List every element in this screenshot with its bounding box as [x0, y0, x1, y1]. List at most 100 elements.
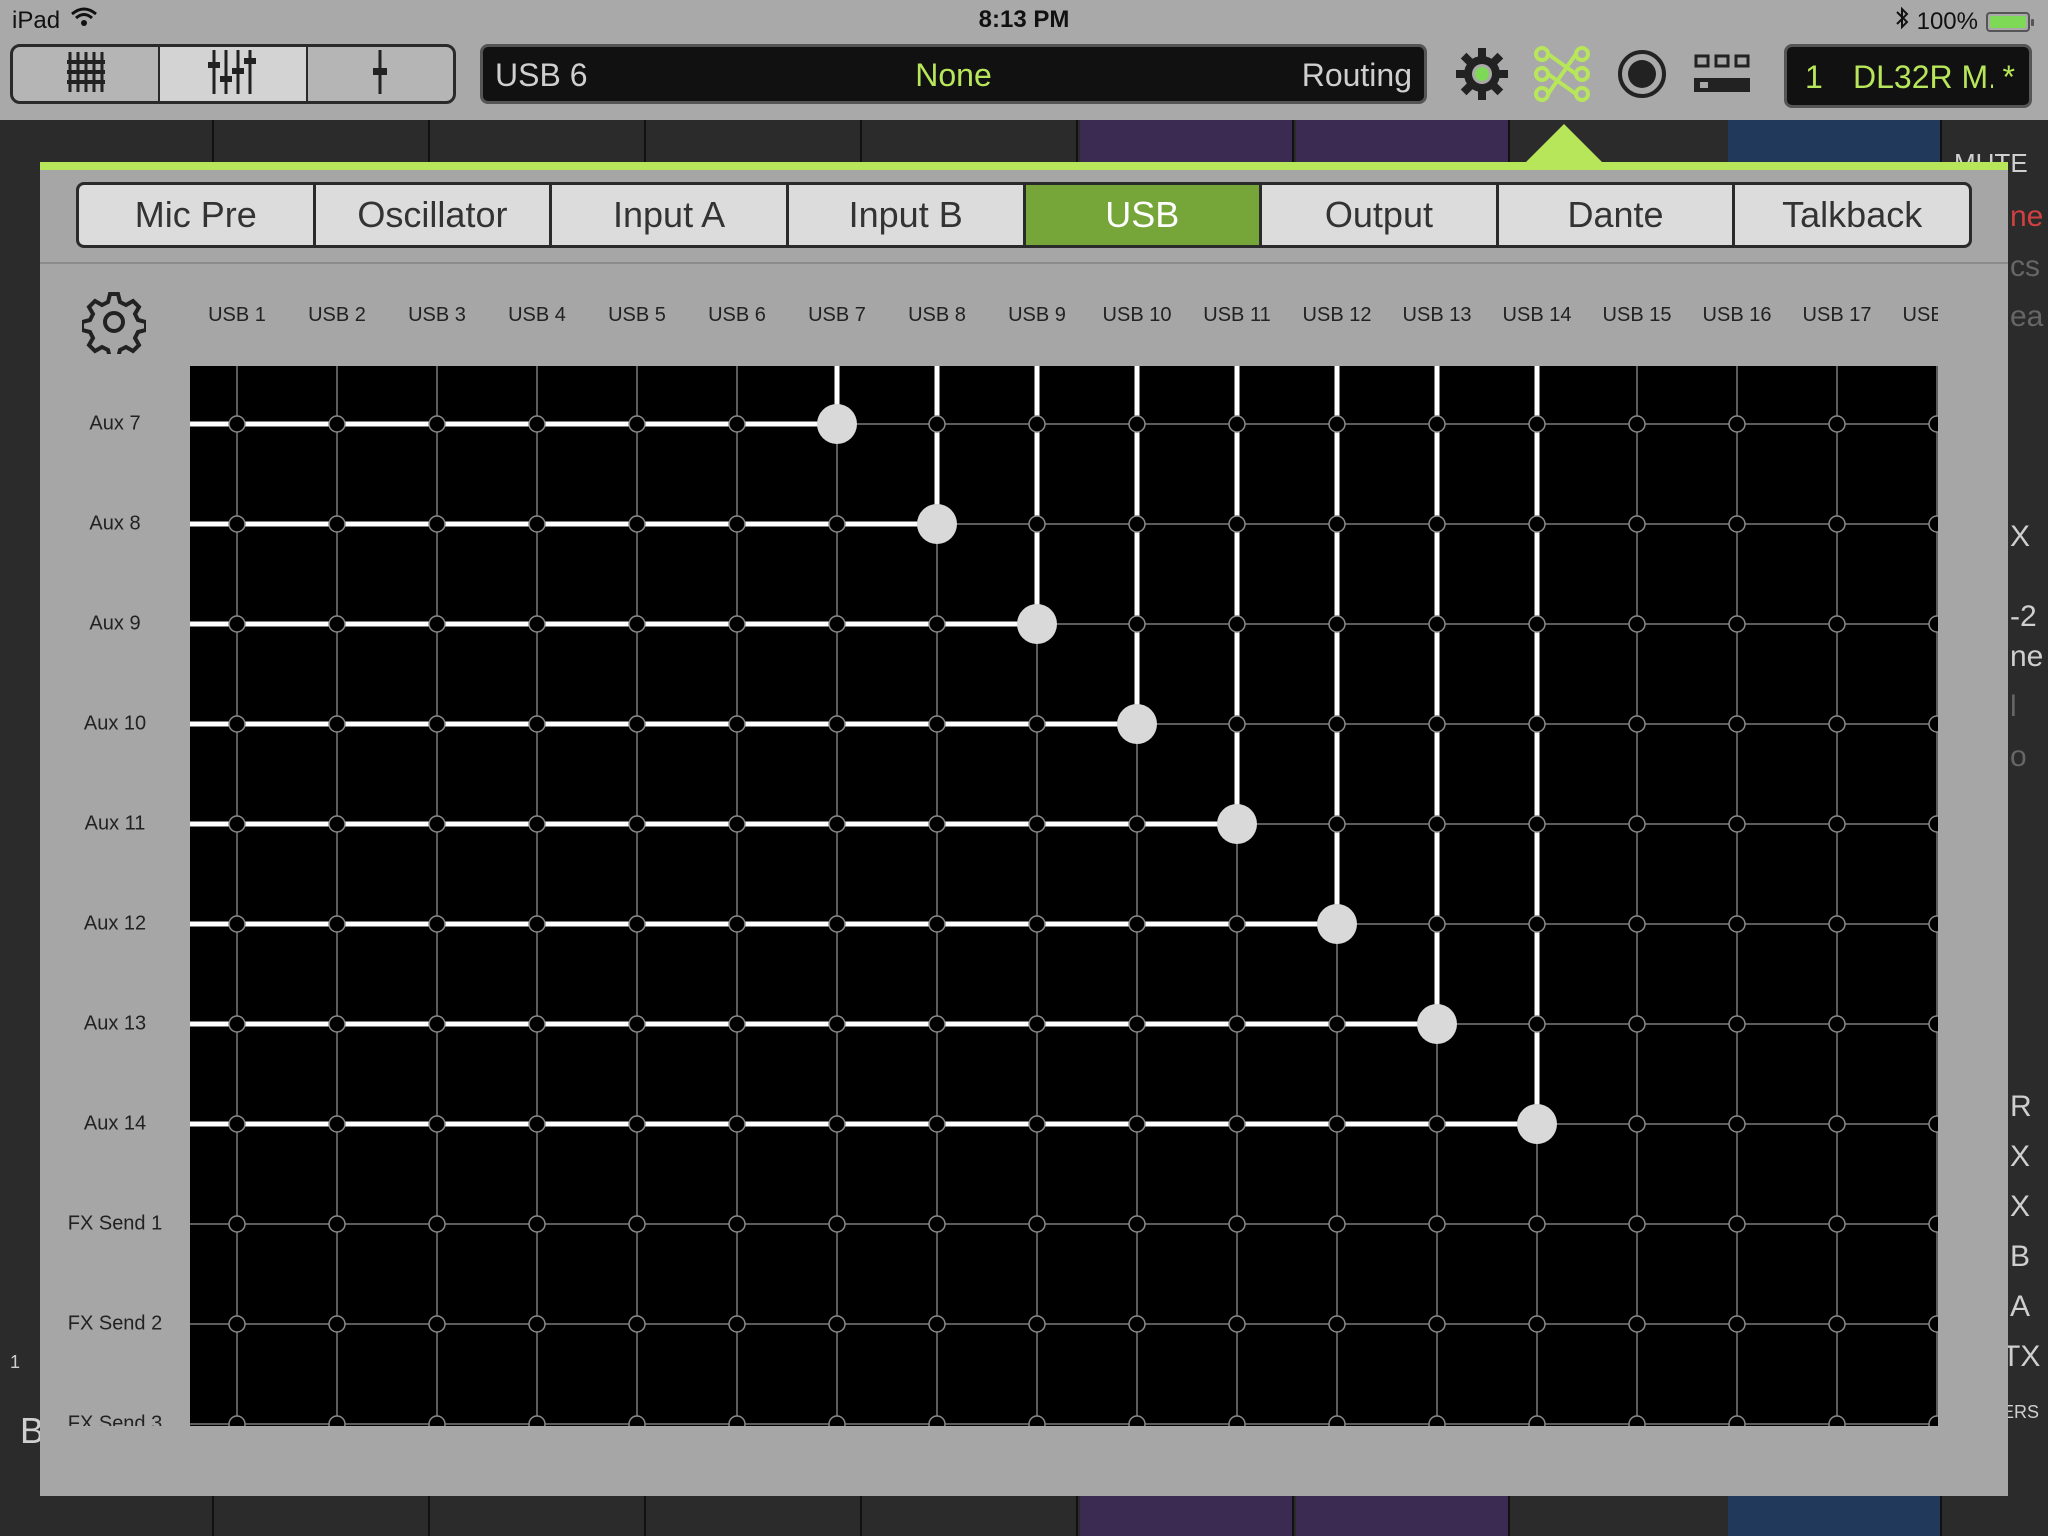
crosspoint-node[interactable] — [228, 1015, 246, 1033]
crosspoint-node[interactable] — [1528, 1415, 1546, 1426]
channel-display[interactable]: USB 6 None Routing — [480, 44, 1427, 104]
crosspoint-node[interactable] — [628, 1315, 646, 1333]
crosspoint-node[interactable] — [1228, 915, 1246, 933]
crosspoint-active[interactable] — [1117, 704, 1157, 744]
crosspoint-node[interactable] — [1828, 1115, 1846, 1133]
crosspoint-node[interactable] — [1128, 1415, 1146, 1426]
crosspoint-node[interactable] — [728, 615, 746, 633]
crosspoint-active[interactable] — [1217, 804, 1257, 844]
crosspoint-node[interactable] — [228, 1415, 246, 1426]
crosspoint-node[interactable] — [928, 1015, 946, 1033]
crosspoint-node[interactable] — [1028, 1215, 1046, 1233]
crosspoint-node[interactable] — [1828, 1215, 1846, 1233]
crosspoint-node[interactable] — [528, 715, 546, 733]
crosspoint-node[interactable] — [228, 1315, 246, 1333]
crosspoint-node[interactable] — [1328, 715, 1346, 733]
crosspoint-node[interactable] — [1328, 1415, 1346, 1426]
crosspoint-node[interactable] — [728, 1015, 746, 1033]
crosspoint-node[interactable] — [328, 1015, 346, 1033]
crosspoint-node[interactable] — [328, 1415, 346, 1426]
crosspoint-node[interactable] — [728, 1415, 746, 1426]
crosspoint-node[interactable] — [1628, 515, 1646, 533]
crosspoint-node[interactable] — [1828, 1015, 1846, 1033]
tab-oscillator[interactable]: Oscillator — [315, 185, 553, 245]
crosspoint-node[interactable] — [428, 515, 446, 533]
crosspoint-node[interactable] — [1628, 415, 1646, 433]
crosspoint-node[interactable] — [428, 915, 446, 933]
crosspoint-node[interactable] — [428, 815, 446, 833]
tab-usb[interactable]: USB — [1025, 185, 1263, 245]
crosspoint-node[interactable] — [1028, 415, 1046, 433]
crosspoint-node[interactable] — [728, 1315, 746, 1333]
crosspoint-node[interactable] — [828, 915, 846, 933]
crosspoint-node[interactable] — [1928, 415, 1938, 433]
crosspoint-node[interactable] — [1528, 715, 1546, 733]
crosspoint-node[interactable] — [1628, 1215, 1646, 1233]
crosspoint-node[interactable] — [1128, 1315, 1146, 1333]
crosspoint-node[interactable] — [528, 1415, 546, 1426]
crosspoint-node[interactable] — [1428, 715, 1446, 733]
crosspoint-node[interactable] — [1528, 615, 1546, 633]
tab-input-b[interactable]: Input B — [788, 185, 1026, 245]
crosspoint-node[interactable] — [1428, 1115, 1446, 1133]
crosspoint-node[interactable] — [328, 815, 346, 833]
crosspoint-node[interactable] — [1128, 815, 1146, 833]
crosspoint-node[interactable] — [1328, 615, 1346, 633]
crosspoint-node[interactable] — [1928, 1015, 1938, 1033]
crosspoint-node[interactable] — [728, 915, 746, 933]
crosspoint-node[interactable] — [1828, 1315, 1846, 1333]
crosspoint-active[interactable] — [1017, 604, 1057, 644]
crosspoint-active[interactable] — [1517, 1104, 1557, 1144]
crosspoint-node[interactable] — [1228, 415, 1246, 433]
crosspoint-node[interactable] — [528, 915, 546, 933]
crosspoint-node[interactable] — [1528, 415, 1546, 433]
crosspoint-node[interactable] — [1228, 1315, 1246, 1333]
crosspoint-node[interactable] — [1828, 715, 1846, 733]
crosspoint-node[interactable] — [928, 1115, 946, 1133]
crosspoint-node[interactable] — [1428, 1315, 1446, 1333]
crosspoint-node[interactable] — [928, 815, 946, 833]
crosspoint-node[interactable] — [1728, 1415, 1746, 1426]
crosspoint-node[interactable] — [1928, 715, 1938, 733]
crosspoint-node[interactable] — [1528, 815, 1546, 833]
crosspoint-node[interactable] — [328, 915, 346, 933]
crosspoint-node[interactable] — [1328, 515, 1346, 533]
crosspoint-node[interactable] — [1228, 715, 1246, 733]
crosspoint-node[interactable] — [1928, 615, 1938, 633]
crosspoint-node[interactable] — [728, 415, 746, 433]
crosspoint-node[interactable] — [828, 615, 846, 633]
tab-input-a[interactable]: Input A — [552, 185, 789, 245]
crosspoint-node[interactable] — [628, 815, 646, 833]
crosspoint-node[interactable] — [228, 415, 246, 433]
crosspoint-node[interactable] — [428, 615, 446, 633]
crosspoint-node[interactable] — [1228, 1015, 1246, 1033]
crosspoint-node[interactable] — [428, 1015, 446, 1033]
crosspoint-node[interactable] — [828, 1115, 846, 1133]
crosspoint-node[interactable] — [1828, 1415, 1846, 1426]
crosspoint-node[interactable] — [1928, 515, 1938, 533]
crosspoint-node[interactable] — [1428, 915, 1446, 933]
crosspoint-node[interactable] — [1028, 1015, 1046, 1033]
routing-icon[interactable] — [1530, 44, 1594, 104]
crosspoint-node[interactable] — [1128, 1015, 1146, 1033]
crosspoint-node[interactable] — [1928, 1115, 1938, 1133]
crosspoint-node[interactable] — [1928, 1315, 1938, 1333]
crosspoint-node[interactable] — [1328, 1115, 1346, 1133]
crosspoint-node[interactable] — [1028, 1115, 1046, 1133]
crosspoint-node[interactable] — [628, 1415, 646, 1426]
crosspoint-node[interactable] — [1028, 1315, 1046, 1333]
crosspoint-node[interactable] — [1728, 715, 1746, 733]
crosspoint-node[interactable] — [1328, 1315, 1346, 1333]
layout-icon[interactable] — [1690, 44, 1754, 104]
crosspoint-node[interactable] — [228, 815, 246, 833]
crosspoint-node[interactable] — [1228, 1115, 1246, 1133]
crosspoint-node[interactable] — [1528, 1215, 1546, 1233]
crosspoint-node[interactable] — [1828, 915, 1846, 933]
single-fader-view-button[interactable] — [307, 47, 453, 101]
crosspoint-node[interactable] — [1428, 515, 1446, 533]
crosspoint-node[interactable] — [1828, 615, 1846, 633]
crosspoint-node[interactable] — [828, 1215, 846, 1233]
crosspoint-node[interactable] — [928, 715, 946, 733]
crosspoint-node[interactable] — [1028, 915, 1046, 933]
crosspoint-node[interactable] — [428, 1415, 446, 1426]
